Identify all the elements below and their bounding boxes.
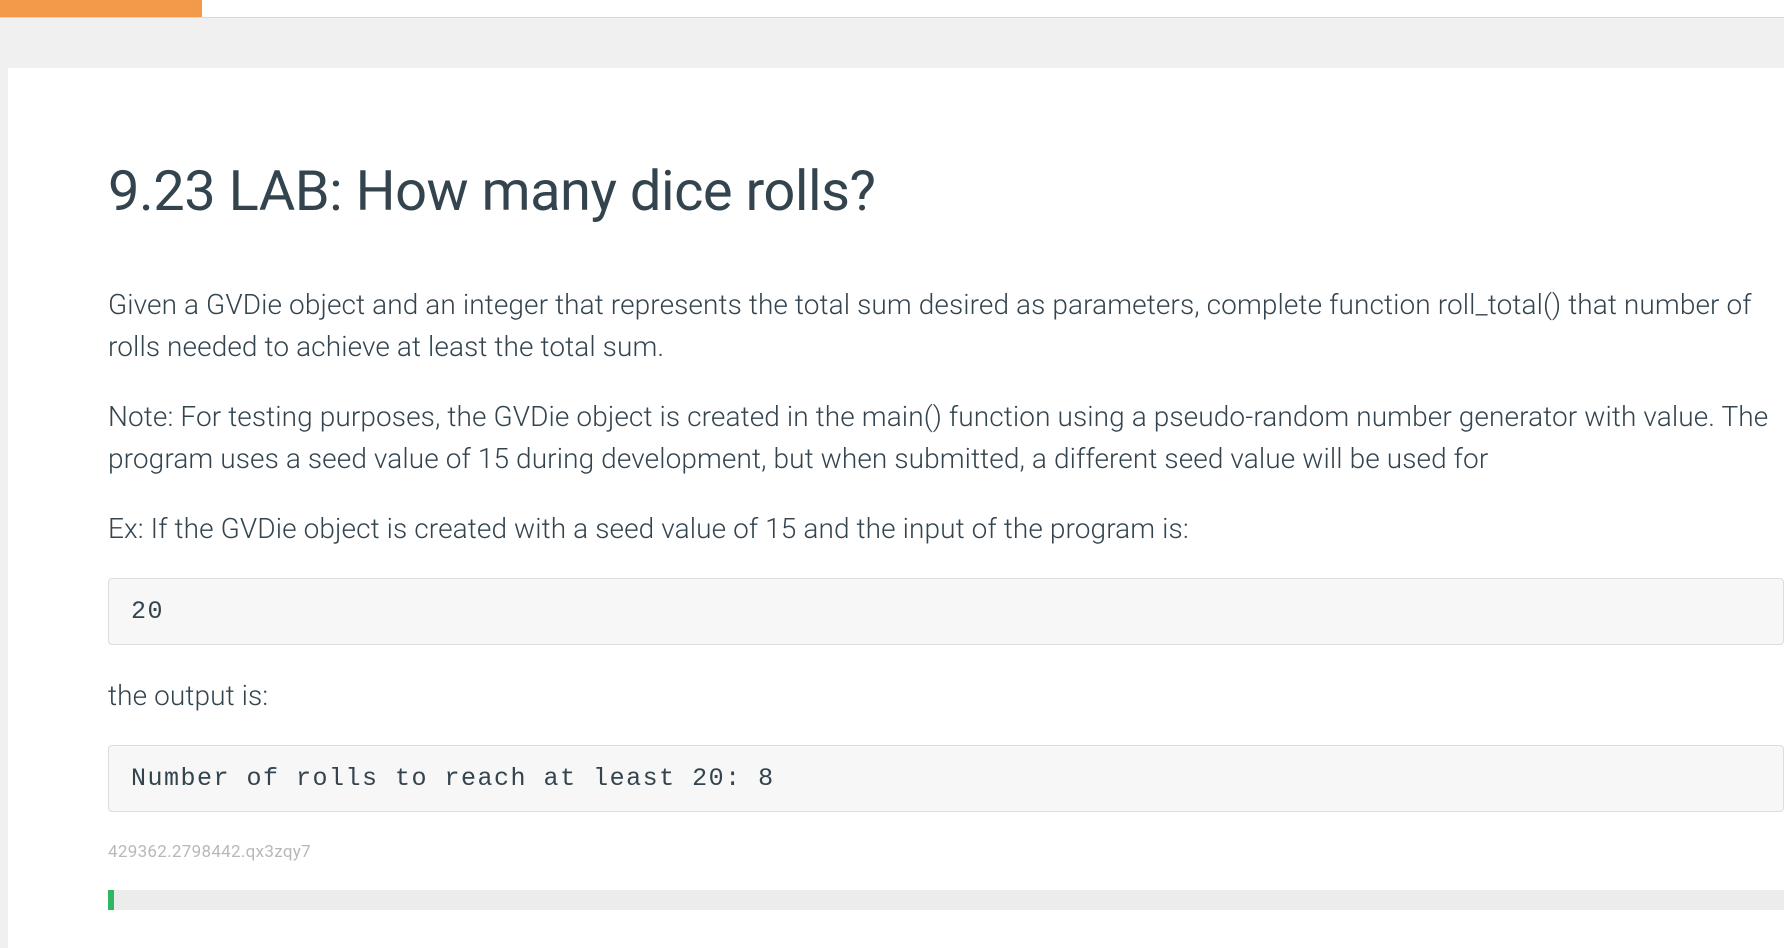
example-lead-paragraph: Ex: If the GVDie object is created with … (108, 508, 1784, 550)
active-tab-indicator[interactable] (0, 0, 202, 17)
top-bar (0, 0, 1784, 18)
output-lead-paragraph: the output is: (108, 675, 1784, 717)
content-panel: 9.23 LAB: How many dice rolls? Given a G… (8, 68, 1784, 948)
note-paragraph: Note: For testing purposes, the GVDie ob… (108, 396, 1784, 480)
reference-id: 429362.2798442.qx3zqy7 (108, 842, 1784, 862)
page-title: 9.23 LAB: How many dice rolls? (108, 158, 1784, 224)
output-code-block: Number of rolls to reach at least 20: 8 (108, 745, 1784, 812)
input-code-block: 20 (108, 578, 1784, 645)
editor-strip[interactable] (108, 890, 1784, 910)
intro-paragraph: Given a GVDie object and an integer that… (108, 284, 1784, 368)
page-wrapper: 9.23 LAB: How many dice rolls? Given a G… (0, 18, 1784, 948)
